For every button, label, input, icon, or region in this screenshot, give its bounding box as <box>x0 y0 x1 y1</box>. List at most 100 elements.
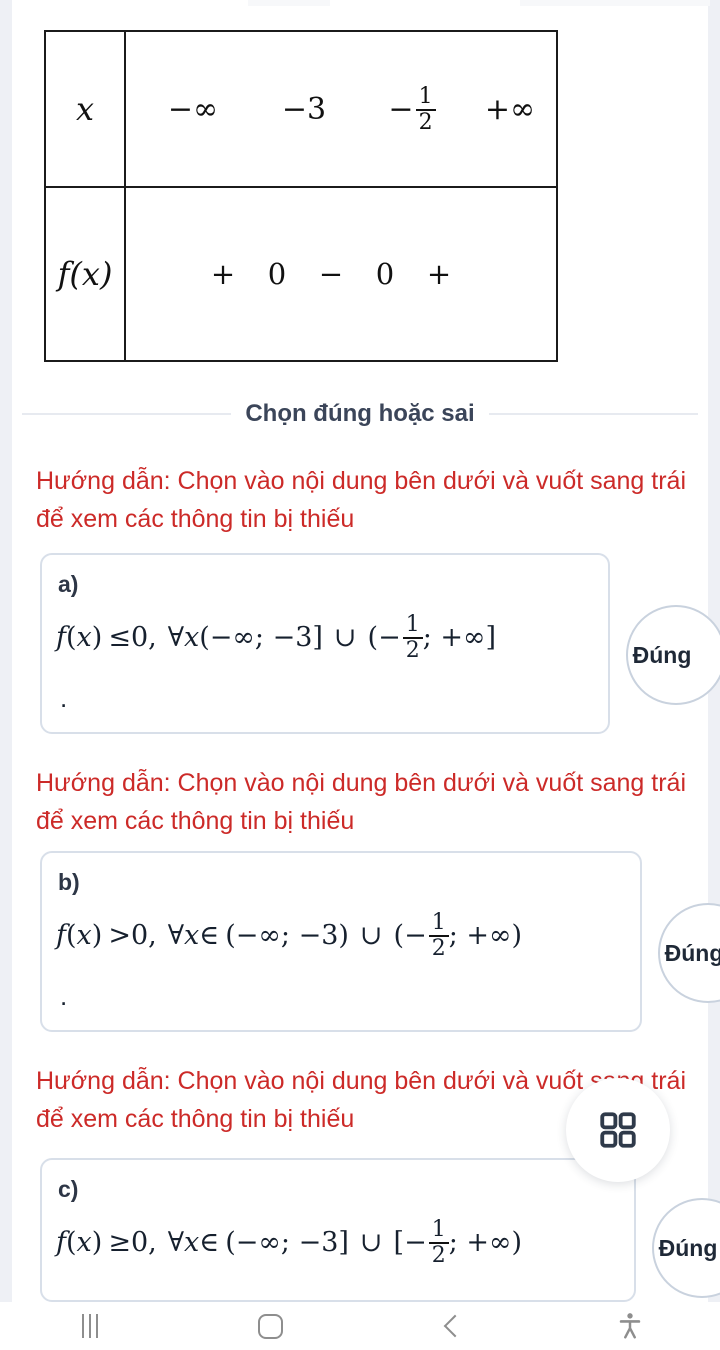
answer-button-label-c: Đúng <box>658 1234 718 1261</box>
expr-c-frac-num: 1 <box>428 1218 449 1245</box>
expr-c-zero: 0, <box>130 1226 157 1258</box>
table-row-f: f(x) + 0 − 0 + <box>44 186 558 362</box>
question-card-c[interactable]: c) f ( x ) ≥ 0, ∀ x ∈ (−∞; −3] ∪ [− 1 2 … <box>40 1158 636 1302</box>
question-label-b: b) <box>58 869 80 895</box>
expr-c-close: ) <box>91 1226 103 1258</box>
table-row-x: x −∞ −3 − 1 2 +∞ <box>44 30 558 188</box>
x-value-3: +∞ <box>484 91 536 127</box>
app-screen: x −∞ −3 − 1 2 +∞ f(x) + 0 − 0 + Chọn đún… <box>0 0 720 1350</box>
expr-b-interval2-tail: ; +∞) <box>448 919 523 951</box>
expr-b-interval2-open: (− <box>393 919 427 951</box>
expr-c-relation: ≥ <box>108 1226 131 1258</box>
expr-c-var: x <box>76 1226 92 1258</box>
answer-button-dung-a[interactable]: Đúng <box>626 605 720 705</box>
x-value-0: −∞ <box>167 91 219 127</box>
expr-a-interval1: (−∞; −3] <box>199 621 323 653</box>
f-sign-2: − <box>318 257 344 291</box>
expr-c-frac-den: 2 <box>431 1243 446 1269</box>
x-value-2-fraction: 1 2 <box>415 85 436 135</box>
fraction-denominator: 2 <box>418 110 433 135</box>
expr-a-interval2-open: (− <box>367 621 401 653</box>
expr-a-frac-den: 2 <box>405 638 420 664</box>
nav-button-back[interactable] <box>360 1302 540 1350</box>
expr-c-interval2-tail: ; +∞) <box>448 1226 523 1258</box>
answer-button-label-a: Đúng <box>632 641 692 668</box>
accessibility-icon <box>619 1313 641 1339</box>
f-sign-4: + <box>426 257 452 291</box>
expr-a-union: ∪ <box>333 621 357 653</box>
top-artifact-right <box>520 0 710 6</box>
hint-text-2: Hướng dẫn: Chọn vào nội dung bên dưới và… <box>36 769 686 835</box>
sign-table-figure: x −∞ −3 − 1 2 +∞ f(x) + 0 − 0 + <box>44 30 558 362</box>
expr-c-f: f <box>56 1226 66 1258</box>
row-label-x: x <box>44 30 126 188</box>
answer-button-label-b: Đúng <box>664 939 720 966</box>
question-trailing-dot-a: . <box>60 683 68 713</box>
expr-b-relation: > <box>108 919 131 951</box>
expr-a-f: f <box>56 621 66 653</box>
question-expression-a: f ( x ) ≤ 0, ∀ x (−∞; −3] ∪ (− 1 2 ; +∞] <box>56 613 496 662</box>
nav-button-recents[interactable] <box>0 1302 180 1350</box>
grid-2x2-icon <box>600 1112 636 1148</box>
nav-button-home[interactable] <box>180 1302 360 1350</box>
expr-b-var2: x <box>184 919 200 951</box>
question-trailing-dot-b: . <box>60 981 68 1011</box>
android-navigation-bar <box>0 1302 720 1350</box>
f-signs-cell: + 0 − 0 + <box>124 186 558 362</box>
nav-button-accessibility[interactable] <box>540 1302 720 1350</box>
expr-b-union: ∪ <box>359 919 383 951</box>
expr-a-open: ( <box>66 621 77 653</box>
expr-a-interval2-tail: ; +∞] <box>422 621 497 653</box>
section-divider: Chọn đúng hoặc sai <box>12 392 708 436</box>
expr-b-open: ( <box>66 919 77 951</box>
expr-b-frac-den: 2 <box>431 936 446 962</box>
question-card-b[interactable]: b) f ( x ) > 0, ∀ x ∈ (−∞; −3) ∪ (− 1 2 … <box>40 851 642 1032</box>
x-value-2-sign: − <box>388 91 414 127</box>
grid-fab-button[interactable] <box>566 1078 670 1182</box>
expr-b-member: ∈ <box>199 919 220 951</box>
x-value-1: −3 <box>281 91 327 127</box>
expr-c-fraction: 1 2 <box>428 1218 449 1269</box>
expr-b-frac-num: 1 <box>428 911 449 938</box>
expr-c-forall: ∀ <box>167 1226 185 1258</box>
expr-b-forall: ∀ <box>167 919 185 951</box>
f-sign-1: 0 <box>267 257 287 291</box>
expr-c-open: ( <box>66 1226 77 1258</box>
recents-icon <box>82 1314 98 1338</box>
x-values-cell: −∞ −3 − 1 2 +∞ <box>124 30 558 188</box>
expr-c-member: ∈ <box>199 1226 220 1258</box>
expr-b-close: ) <box>91 919 103 951</box>
question-expression-c: f ( x ) ≥ 0, ∀ x ∈ (−∞; −3] ∪ [− 1 2 ; +… <box>56 1218 522 1267</box>
sign-table: x −∞ −3 − 1 2 +∞ f(x) + 0 − 0 + <box>44 30 558 362</box>
f-sign-0: + <box>210 257 236 291</box>
expr-c-interval2-open: [− <box>393 1226 427 1258</box>
top-artifact-left <box>248 0 330 6</box>
x-symbol: x <box>75 90 95 128</box>
expr-b-zero: 0, <box>130 919 157 951</box>
x-value-2: − 1 2 <box>360 85 464 134</box>
expr-b-fraction: 1 2 <box>428 911 449 962</box>
expr-a-close: ) <box>91 621 103 653</box>
expr-a-frac-num: 1 <box>402 613 423 640</box>
expr-a-var2: x <box>184 621 200 653</box>
divider-line-right <box>488 413 698 415</box>
back-icon <box>440 1316 460 1336</box>
question-label-c: c) <box>58 1176 79 1202</box>
expr-c-interval1: (−∞; −3] <box>225 1226 349 1258</box>
question-card-a[interactable]: a) f ( x ) ≤ 0, ∀ x (−∞; −3] ∪ (− 1 2 ; … <box>40 553 610 734</box>
home-icon <box>257 1313 283 1339</box>
expr-c-var2: x <box>184 1226 200 1258</box>
expr-a-relation: ≤ <box>108 621 131 653</box>
f-sign-3: 0 <box>375 257 395 291</box>
fx-symbol: f(x) <box>57 255 113 293</box>
expr-a-fraction: 1 2 <box>402 613 423 664</box>
hint-text-1: Hướng dẫn: Chọn vào nội dung bên dưới và… <box>36 467 686 533</box>
divider-line-left <box>22 413 232 415</box>
expr-a-zero: 0, <box>130 621 157 653</box>
fraction-numerator: 1 <box>415 85 436 111</box>
question-expression-b: f ( x ) > 0, ∀ x ∈ (−∞; −3) ∪ (− 1 2 ; +… <box>56 911 522 960</box>
section-title: Chọn đúng hoặc sai <box>245 400 475 427</box>
question-label-a: a) <box>58 571 79 597</box>
expr-b-interval1: (−∞; −3) <box>225 919 349 951</box>
expr-a-var: x <box>76 621 92 653</box>
